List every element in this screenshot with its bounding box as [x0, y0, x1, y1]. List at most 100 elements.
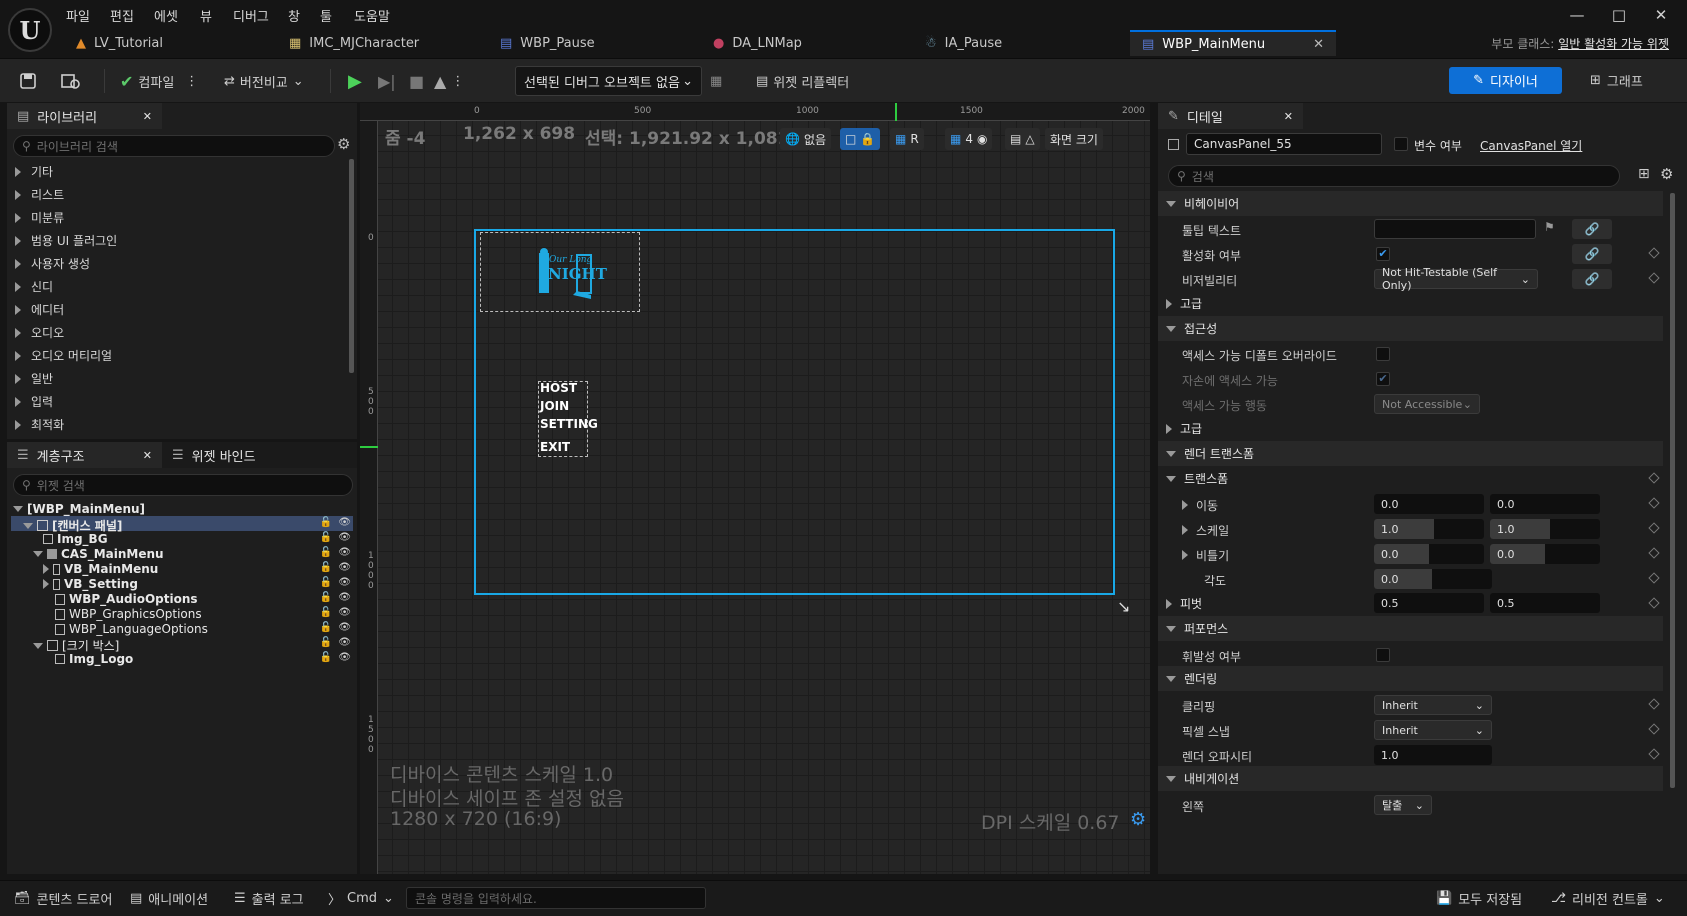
tree-item-wbp-graphicsoptions[interactable]: WBP_GraphicsOptions [55, 607, 202, 621]
lock-icon[interactable]: 🔓 [320, 637, 332, 648]
widget-canvas-frame[interactable]: Our Long NIGHT HOST JOIN SETTING EXIT [474, 229, 1115, 595]
diff-button[interactable]: ⇄ 버전비교 ⌄ [224, 67, 304, 95]
library-category[interactable]: 에디터 [15, 301, 64, 318]
tab-ia-pause[interactable]: ☃ IA_Pause [925, 30, 1002, 56]
table-view-icon[interactable]: ⊞ [1638, 166, 1650, 182]
tree-item-vb-setting[interactable]: VB_Setting [43, 577, 138, 591]
pivot-y-field[interactable]: 0.5 [1490, 593, 1600, 613]
cmd-button[interactable]: 〉 Cmd ⌄ [328, 889, 394, 908]
object-name-field[interactable]: CanvasPanel_55 [1186, 133, 1382, 155]
minimize-icon[interactable]: — [1566, 4, 1588, 26]
lock-icon[interactable]: 🔓 [320, 517, 332, 528]
location-snap-button[interactable]: ▦ R [890, 128, 924, 150]
close-icon[interactable]: ✕ [143, 449, 152, 462]
section-navigation[interactable]: 내비게이션 [1158, 766, 1663, 791]
tree-item-wbp-languageoptions[interactable]: WBP_LanguageOptions [55, 622, 208, 636]
lock-icon[interactable]: 🔓 [320, 622, 332, 633]
unreal-logo[interactable]: U [8, 8, 52, 52]
eye-icon[interactable]: 👁 [338, 637, 351, 648]
widget-search-input[interactable]: ⚲ 위젯 검색 [13, 474, 353, 496]
maximize-icon[interactable]: □ [1608, 4, 1630, 26]
grid-snap-button[interactable]: ▦ 4 ◉ [945, 128, 993, 150]
eye-icon[interactable]: 👁 [338, 577, 351, 588]
settings-icon[interactable]: ⚙ [337, 135, 350, 153]
setting-button-label[interactable]: SETTING [540, 417, 598, 431]
bind-visibility-button[interactable]: 🔗 [1572, 269, 1612, 289]
volatile-checkbox[interactable] [1376, 648, 1390, 662]
lock-icon[interactable]: 🔓 [320, 547, 332, 558]
save-button[interactable] [18, 67, 38, 95]
settings-icon[interactable]: ⚙ [1660, 165, 1673, 183]
revision-control-button[interactable]: ⎇ 리비전 컨트롤 ⌄ [1551, 889, 1665, 908]
animation-button[interactable]: ▤ 애니메이션 [130, 889, 208, 908]
details-search-input[interactable]: ⚲ 검색 [1168, 165, 1620, 187]
menu-tools[interactable]: 툴 [320, 6, 332, 25]
lock-icon[interactable]: 🔓 [320, 532, 332, 543]
menu-edit[interactable]: 편집 [110, 6, 134, 25]
section-advanced[interactable]: 고급 [1158, 291, 1663, 316]
scale-expander[interactable]: 스케일 [1182, 522, 1229, 539]
content-drawer-button[interactable]: 🗃 콘텐츠 드로어 [14, 889, 112, 908]
host-button-label[interactable]: HOST [540, 381, 577, 395]
library-category[interactable]: 최적화 [15, 416, 64, 433]
library-tab[interactable]: ▤ 라이브러리 ✕ [7, 103, 162, 129]
exit-button-label[interactable]: EXIT [540, 440, 570, 454]
menu-file[interactable]: 파일 [66, 6, 90, 25]
menu-view[interactable]: 뷰 [200, 6, 212, 25]
tab-wbp-mainmenu[interactable]: ▤ WBP_MainMenu ✕ [1130, 30, 1336, 56]
keyframe-diamond-icon[interactable] [1648, 522, 1660, 534]
localization-preview-button[interactable]: 🌐 없음 [780, 128, 832, 150]
library-category[interactable]: 미분류 [15, 209, 64, 226]
lock-icon[interactable]: 🔓 [320, 607, 332, 618]
tree-item-img-bg[interactable]: Img_BG [43, 532, 108, 546]
library-category[interactable]: 신디 [15, 278, 53, 295]
pivot-x-field[interactable]: 0.5 [1374, 593, 1484, 613]
menu-debug[interactable]: 디버그 [233, 6, 269, 25]
angle-field[interactable]: 0.0 [1374, 569, 1492, 589]
keyframe-diamond-icon[interactable] [1648, 247, 1660, 259]
close-icon[interactable]: ✕ [1650, 4, 1672, 26]
eye-icon[interactable]: 👁 [338, 562, 351, 573]
lock-icon[interactable]: 🔓 [320, 652, 332, 663]
clipping-dropdown[interactable]: Inherit ⌄ [1374, 695, 1492, 715]
tree-root[interactable]: [WBP_MainMenu] [13, 502, 145, 516]
shear-expander[interactable]: 비틀기 [1182, 547, 1229, 564]
menu-window[interactable]: 창 [288, 6, 300, 25]
flag-icon[interactable]: ⚑ [1544, 220, 1555, 234]
more-options-icon[interactable]: ⋮ [451, 74, 464, 89]
background-button[interactable]: ▤ △ [1005, 128, 1040, 150]
console-command-input[interactable]: 콘솔 명령을 입력하세요. [406, 887, 706, 909]
library-search-input[interactable]: ⚲ 라이브러리 검색 [13, 135, 335, 157]
keyframe-diamond-icon[interactable] [1648, 748, 1660, 760]
widget-reflector-button[interactable]: ▤ 위젯 리플렉터 [756, 67, 849, 95]
compile-button[interactable]: ✔ 컴파일 ⋮ [120, 67, 198, 95]
library-category[interactable]: 입력 [15, 393, 53, 410]
library-scrollbar[interactable] [349, 159, 354, 373]
navigation-left-dropdown[interactable]: 탈출 ⌄ [1374, 795, 1432, 815]
tab-imc-mjcharacter[interactable]: ▦ IMC_MJCharacter [289, 30, 419, 56]
menu-help[interactable]: 도움말 [354, 6, 390, 25]
bindings-tab[interactable]: ☰ 위젯 바인드 [162, 442, 266, 468]
library-category[interactable]: 범용 UI 플러그인 [15, 232, 117, 249]
tab-lv-tutorial[interactable]: ▲ LV_Tutorial [76, 30, 163, 56]
play-button[interactable]: ▶ [348, 67, 362, 95]
eject-button[interactable]: ▲ ⋮ [434, 67, 464, 95]
keyframe-diamond-icon[interactable] [1648, 572, 1660, 584]
eye-icon[interactable]: 👁 [338, 592, 351, 603]
enabled-checkbox[interactable]: ✔ [1376, 247, 1390, 261]
eye-icon[interactable]: 👁 [338, 607, 351, 618]
output-log-button[interactable]: ☰ 출력 로그 [234, 889, 304, 908]
hierarchy-tab[interactable]: ☰ 계층구조 ✕ [7, 442, 162, 468]
lock-icon[interactable]: 🔓 [320, 592, 332, 603]
designer-button[interactable]: ✎ 디자이너 [1449, 67, 1562, 94]
eye-icon[interactable]: 👁 [338, 622, 351, 633]
library-category[interactable]: 오디오 머티리얼 [15, 347, 112, 364]
tree-item-vb-mainmenu[interactable]: VB_MainMenu [43, 562, 158, 576]
parent-class-link[interactable]: 일반 활성화 가능 위젯 [1558, 37, 1669, 51]
open-canvaspanel-link[interactable]: CanvasPanel 열기 [1480, 137, 1582, 154]
eye-icon[interactable]: 👁 [338, 532, 351, 543]
section-advanced-2[interactable]: 고급 [1158, 416, 1663, 441]
join-button-label[interactable]: JOIN [540, 399, 569, 413]
close-icon[interactable]: ✕ [1284, 110, 1293, 123]
tree-item-img-logo[interactable]: Img_Logo [55, 652, 133, 666]
